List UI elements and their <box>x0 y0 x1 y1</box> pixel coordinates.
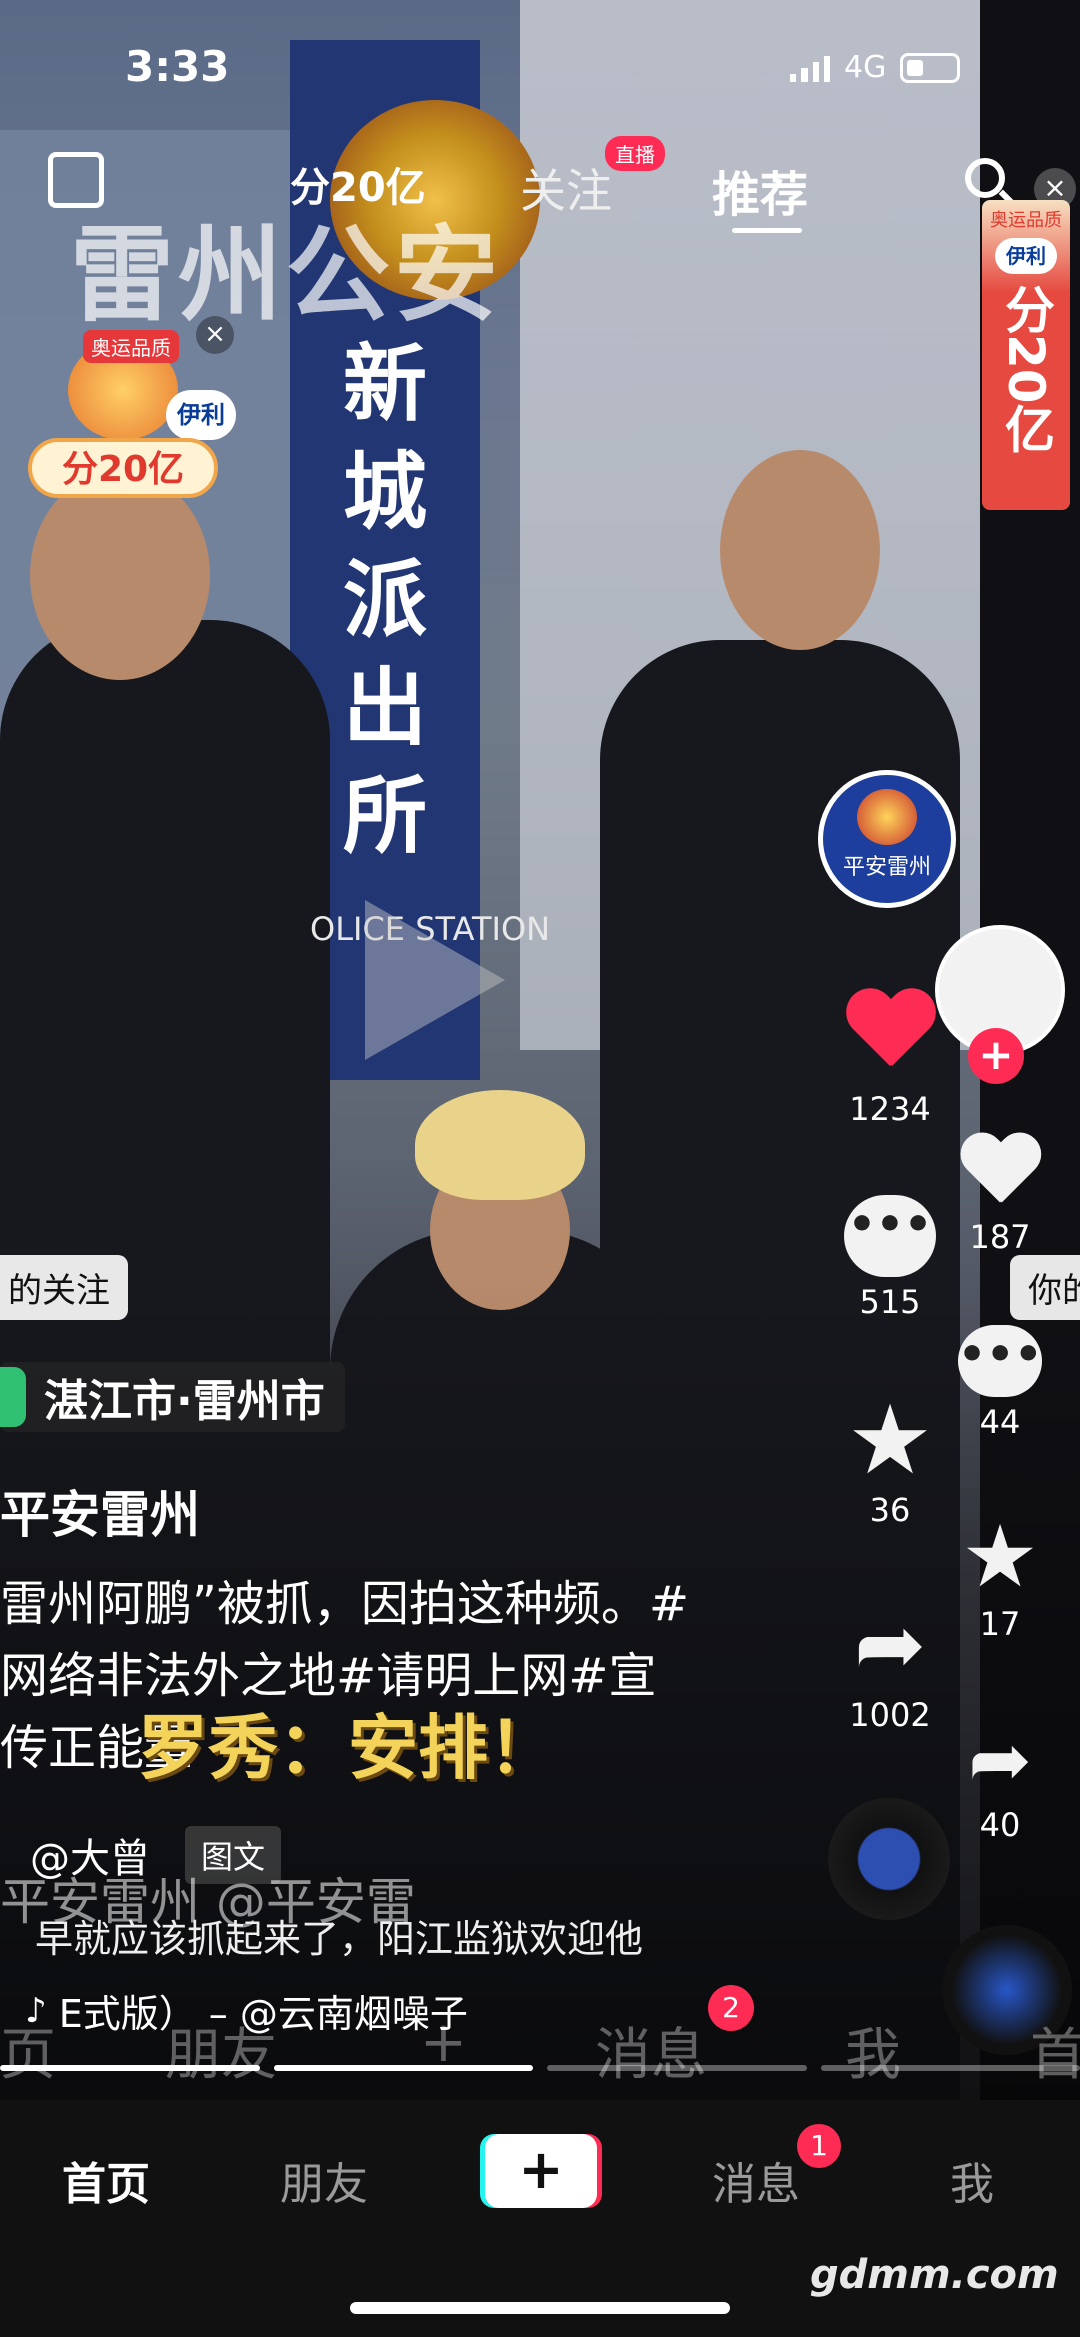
ghost-badge: 2 <box>708 1985 754 2031</box>
ghost-favorite-count: 17 <box>979 1605 1021 1643</box>
progress-segment <box>820 2065 1080 2071</box>
star-icon: ★ <box>961 1507 1039 1607</box>
share-icon: ➦ <box>968 1715 1032 1804</box>
promo-widget[interactable]: 奥运品质 伊利 分20亿 <box>28 330 236 510</box>
follow-hint: 的关注 <box>0 1255 128 1320</box>
follow-hint-right: 你的 <box>1010 1255 1080 1320</box>
ghost-share: ➦ 40 <box>925 1715 1075 1845</box>
comment-count: 515 <box>859 1283 921 1321</box>
ghost-like: 187 <box>925 1130 1075 1256</box>
banner-text: 新 城 派 出 所 <box>335 330 435 870</box>
author-name[interactable]: 平安雷州 <box>0 1475 200 1547</box>
heart-icon <box>959 1134 1042 1208</box>
comment-icon: ••• <box>958 1325 1042 1397</box>
banner-char: 所 <box>342 767 427 865</box>
follow-plus-icon[interactable]: + <box>968 1028 1024 1084</box>
promo-amount: 分20亿 <box>28 438 218 498</box>
battery-icon <box>900 52 961 83</box>
comment-icon: ••• <box>844 1195 936 1277</box>
heart-icon <box>844 990 936 1072</box>
progress-segment <box>0 2065 260 2071</box>
creator-avatar-name: 平安雷州 <box>842 855 931 880</box>
location-pin-icon <box>0 1367 26 1427</box>
play-icon[interactable] <box>365 900 505 1060</box>
video-subtitle: 罗秀：安排！ <box>138 1707 558 1789</box>
ghost-comment: ••• 44 <box>925 1325 1075 1441</box>
police-emblem-icon <box>857 789 917 845</box>
ghost-share-count: 40 <box>979 1806 1021 1844</box>
ghost-comment-count: 44 <box>979 1403 1021 1441</box>
tab-me[interactable]: 我 <box>950 2148 994 2212</box>
tab-follow[interactable]: 关注 <box>520 155 612 221</box>
banner-char: 派 <box>342 551 427 649</box>
tab-home[interactable]: 首页 <box>62 2148 150 2212</box>
ghost-nav-item: 首 <box>1030 2023 1080 2088</box>
banner-char: 出 <box>342 659 427 757</box>
side-promo-tag: 奥运品质 <box>990 210 1062 231</box>
promo-close-icon[interactable]: × <box>196 316 234 354</box>
officer-right-head <box>720 450 880 650</box>
banner-char: 新 <box>342 335 427 433</box>
ghost-favorite: ★ 17 <box>925 1507 1075 1643</box>
tab-recommend[interactable]: 推荐 <box>712 155 808 225</box>
home-indicator[interactable] <box>350 2302 730 2314</box>
tab-messages[interactable]: 消息 <box>712 2148 800 2212</box>
progress-segment <box>547 2065 807 2071</box>
video-overlay-title: 雷州公安 <box>70 214 503 336</box>
ghost-nav-item: 消息 <box>595 2023 707 2088</box>
location-text: 湛江市·雷州市 <box>44 1376 325 1427</box>
promo-brand: 伊利 <box>166 390 236 440</box>
ghost-nav-item: 页 <box>0 2023 56 2088</box>
side-promo-brand: 伊利 <box>995 238 1057 274</box>
scan-icon[interactable] <box>48 152 104 208</box>
banner-char: 城 <box>342 443 427 541</box>
like-count: 1234 <box>849 1090 931 1128</box>
image-progress <box>0 2065 1080 2071</box>
search-icon[interactable] <box>965 158 1005 198</box>
signal-icon <box>790 54 830 82</box>
suspect-hair <box>415 1090 585 1200</box>
creator-avatar[interactable]: 平安雷州 <box>818 770 956 908</box>
status-time: 3:33 <box>125 42 230 91</box>
nav-prize[interactable]: 分20亿 <box>290 155 426 213</box>
tab-indicator <box>732 228 802 233</box>
ghost-nav-item: 朋友 <box>165 2023 277 2088</box>
live-badge: 直播 <box>605 136 665 171</box>
location-tag[interactable]: 湛江市·雷州市 <box>0 1362 345 1432</box>
messages-badge: 1 <box>797 2124 841 2168</box>
side-promo-amount: 分20亿 <box>997 284 1055 454</box>
tab-friends[interactable]: 朋友 <box>280 2148 368 2212</box>
side-promo[interactable]: 奥运品质 伊利 分20亿 <box>982 200 1070 510</box>
network-type: 4G <box>844 50 887 85</box>
progress-segment <box>273 2065 533 2071</box>
create-button[interactable]: + <box>485 2134 597 2208</box>
promo-tag: 奥运品质 <box>83 330 179 363</box>
top-comment[interactable]: 早就应该抓起来了，阳江监狱欢迎他 <box>35 1908 643 1963</box>
watermark: gdmm.com <box>810 2252 1059 2298</box>
ghost-like-count: 187 <box>969 1218 1031 1256</box>
status-right: 4G <box>790 50 961 85</box>
ghost-nav-item: 我 <box>845 2023 901 2088</box>
